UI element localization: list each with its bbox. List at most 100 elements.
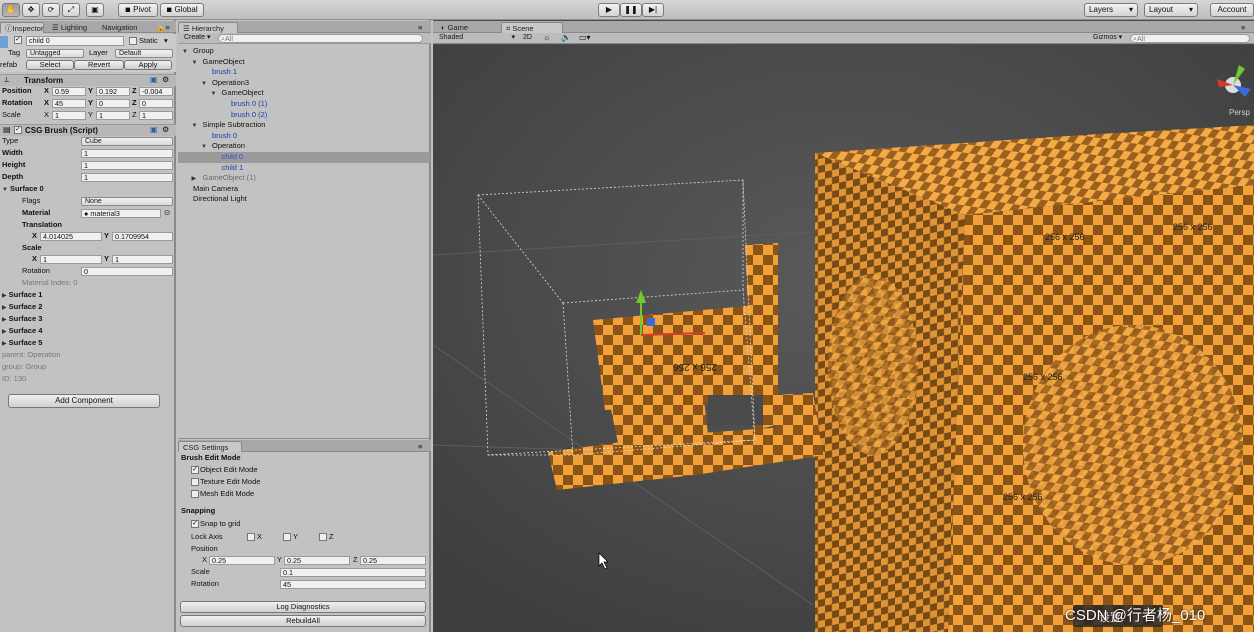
transform-header[interactable]: ⟂ Transform ▣ ⚙ — [0, 74, 176, 86]
snap-scale-field[interactable]: 0.1 — [280, 568, 426, 577]
hierarchy-item[interactable]: ▼ Group — [178, 46, 430, 57]
gear-icon[interactable]: ⚙ — [162, 75, 169, 84]
snap-rotation-field[interactable]: 45 — [280, 580, 426, 589]
scene-viewport[interactable]: 256 x 256 256 x 256 256 x 256 256 x 256 … — [433, 45, 1254, 632]
prefab-select-button[interactable]: Select — [26, 60, 74, 70]
rotate-tool-icon[interactable]: ⟳ — [42, 3, 60, 17]
prefab-revert-button[interactable]: Revert — [74, 60, 124, 70]
tab-game[interactable]: ◐ Game — [437, 22, 497, 33]
surface3-foldout[interactable]: ▶ Surface 3 — [2, 314, 42, 325]
position-z-field[interactable]: -0.004 — [139, 87, 173, 96]
static-checkbox[interactable] — [129, 37, 137, 45]
snap-pos-y-field[interactable]: 0.25 — [284, 556, 350, 565]
play-button[interactable]: ▶ — [598, 3, 620, 17]
layers-dropdown[interactable]: Layers ▾ — [1084, 3, 1138, 17]
surface4-foldout[interactable]: ▶ Surface 4 — [2, 326, 42, 337]
hierarchy-item[interactable]: brush 0 (1) — [178, 99, 430, 110]
position-x-field[interactable]: 0.59 — [52, 87, 86, 96]
step-button[interactable]: ▶| — [642, 3, 664, 17]
type-dropdown[interactable]: Cube — [81, 137, 173, 146]
help-icon[interactable]: ▣ — [150, 75, 158, 84]
hierarchy-item[interactable]: Directional Light — [178, 194, 430, 205]
hierarchy-item[interactable]: brush 0 — [178, 131, 430, 142]
surface1-foldout[interactable]: ▶ Surface 1 — [2, 290, 42, 301]
tab-lighting[interactable]: ☰ Lighting — [48, 22, 94, 33]
texture-edit-mode-checkbox[interactable] — [191, 478, 199, 486]
scale-x-field[interactable]: 1 — [52, 111, 86, 120]
panel-menu-icon[interactable]: ≡ — [414, 22, 430, 33]
hierarchy-item[interactable]: ▼ Simple Subtraction — [178, 120, 430, 131]
hierarchy-item[interactable]: brush 1 — [178, 67, 430, 78]
gizmo-plane-handle[interactable] — [647, 318, 655, 326]
lock-z-checkbox[interactable] — [319, 533, 327, 541]
log-diagnostics-button[interactable]: Log Diagnostics — [180, 601, 426, 613]
hierarchy-item[interactable]: child 0 — [178, 152, 430, 163]
create-dropdown[interactable]: Create ▾ — [184, 33, 210, 43]
tag-dropdown[interactable]: Untagged — [26, 49, 84, 58]
hand-tool-icon[interactable]: ✋ — [2, 3, 20, 17]
panel-menu-icon[interactable]: ≡ — [1237, 22, 1253, 33]
csg-brush-header[interactable]: ▤ ✓ CSG Brush (Script) ▣ ⚙ — [0, 124, 176, 136]
pause-button[interactable]: ❚❚ — [620, 3, 642, 17]
surface-scale-y-field[interactable]: 1 — [112, 255, 173, 264]
add-component-button[interactable]: Add Component — [8, 394, 160, 408]
surface5-foldout[interactable]: ▶ Surface 5 — [2, 338, 42, 349]
tab-inspector[interactable]: ⓘInspector — [0, 22, 44, 33]
pivot-toggle[interactable]: ◾ Pivot — [118, 3, 158, 17]
snap-to-grid-checkbox[interactable]: ✓ — [191, 520, 199, 528]
shading-mode-dropdown[interactable]: Shaded ▾ — [439, 33, 515, 43]
flags-dropdown[interactable]: None — [81, 197, 173, 206]
rect-tool-icon[interactable]: ▣ — [86, 3, 104, 17]
rotation-x-field[interactable]: 45 — [52, 99, 86, 108]
layer-dropdown[interactable]: Default — [115, 49, 173, 58]
surface-scale-x-field[interactable]: 1 — [40, 255, 102, 264]
audio-toggle-icon[interactable]: 🔈 — [561, 33, 571, 43]
csg-brush-enabled-checkbox[interactable]: ✓ — [14, 126, 22, 134]
surface-rotation-field[interactable]: 0 — [81, 267, 173, 276]
move-tool-icon[interactable]: ✥ — [22, 3, 40, 17]
help-icon[interactable]: ▣ — [150, 125, 158, 134]
hierarchy-item[interactable]: Main Camera — [178, 184, 430, 195]
gizmos-dropdown[interactable]: Gizmos ▾ — [1093, 33, 1122, 43]
scale-y-field[interactable]: 1 — [96, 111, 130, 120]
panel-menu-icon[interactable]: ≡ — [414, 441, 430, 452]
snap-pos-x-field[interactable]: 0.25 — [209, 556, 275, 565]
lighting-toggle-icon[interactable]: ☼ — [543, 33, 550, 43]
scene-search-input[interactable]: ⌕All — [1130, 34, 1250, 43]
width-field[interactable]: 1 — [81, 149, 173, 158]
rotation-z-field[interactable]: 0 — [139, 99, 173, 108]
lock-y-checkbox[interactable] — [283, 533, 291, 541]
hierarchy-item[interactable]: ▼ GameObject — [178, 88, 430, 99]
prefab-apply-button[interactable]: Apply — [124, 60, 172, 70]
tab-csg-settings[interactable]: CSG Settings — [178, 441, 242, 452]
hierarchy-item[interactable]: child 1 — [178, 163, 430, 174]
object-name-field[interactable]: child 0 — [26, 36, 124, 46]
hierarchy-item[interactable]: ▼ GameObject — [178, 57, 430, 68]
translation-y-field[interactable]: 0.1709954 — [112, 232, 173, 241]
effects-dropdown-icon[interactable]: ▭▾ — [579, 33, 591, 43]
mesh-edit-mode-checkbox[interactable] — [191, 490, 199, 498]
hierarchy-item[interactable]: ▼ Operation3 — [178, 78, 430, 89]
static-dropdown-icon[interactable]: ▾ — [164, 36, 168, 46]
tab-hierarchy[interactable]: ☰ Hierarchy — [178, 22, 238, 33]
tab-scene[interactable]: ⌗ Scene — [501, 22, 563, 33]
large-cube-mesh[interactable]: 256 x 256 256 x 256 256 x 256 256 x 256 — [815, 125, 1254, 632]
snap-pos-z-field[interactable]: 0.25 — [360, 556, 426, 565]
object-edit-mode-checkbox[interactable]: ✓ — [191, 466, 199, 474]
scale-z-field[interactable]: 1 — [139, 111, 173, 120]
depth-field[interactable]: 1 — [81, 173, 173, 182]
hierarchy-item[interactable]: ▼ Operation — [178, 141, 430, 152]
surface0-foldout[interactable]: ▼ Surface 0 — [2, 184, 44, 195]
gear-icon[interactable]: ⚙ — [162, 125, 169, 134]
object-picker-icon[interactable]: ⊙ — [164, 208, 170, 218]
inspector-menu-icon[interactable]: 🔒≡ — [152, 22, 174, 33]
2d-toggle[interactable]: 2D — [523, 33, 532, 43]
scale-tool-icon[interactable]: ⤢ — [62, 3, 80, 17]
rotation-y-field[interactable]: 0 — [96, 99, 130, 108]
position-y-field[interactable]: 0.192 — [96, 87, 130, 96]
hierarchy-item[interactable]: ▶ GameObject (1) — [178, 173, 430, 184]
hierarchy-item[interactable]: brush 0 (2) — [178, 110, 430, 121]
translation-x-field[interactable]: 4.014025 — [40, 232, 102, 241]
account-dropdown[interactable]: Account — [1210, 3, 1254, 17]
lock-x-checkbox[interactable] — [247, 533, 255, 541]
